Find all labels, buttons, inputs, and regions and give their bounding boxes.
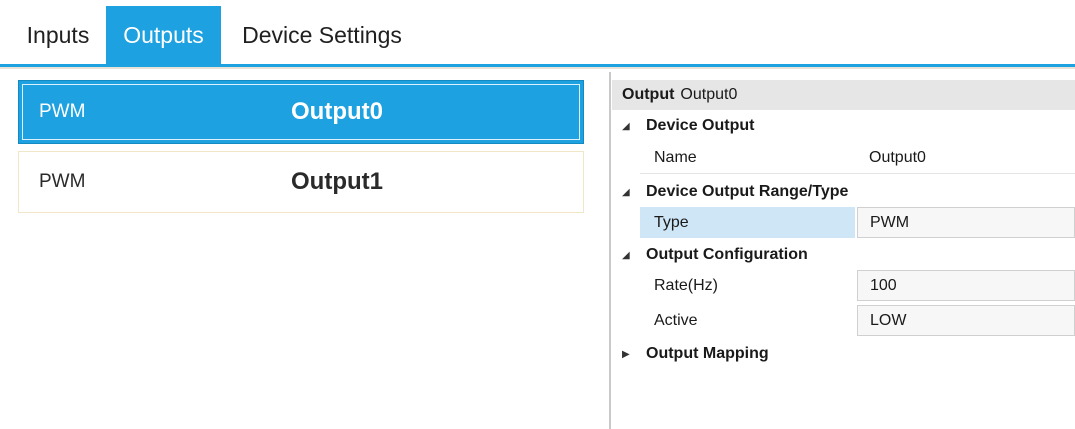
- property-value-active[interactable]: LOW: [857, 305, 1075, 336]
- category-label: Output Configuration: [646, 246, 808, 263]
- property-grid-header-key: Output: [622, 86, 675, 103]
- panel-splitter[interactable]: [609, 72, 611, 429]
- property-row-name[interactable]: Name Output0: [612, 142, 1075, 174]
- category-output-mapping[interactable]: ▶ Output Mapping: [612, 338, 1075, 370]
- category-device-output-range-type[interactable]: ◢ Device Output Range/Type: [612, 176, 1075, 208]
- property-value-type[interactable]: PWM: [857, 207, 1075, 238]
- triangle-down-icon[interactable]: ◢: [622, 121, 634, 132]
- property-name-cell: Name: [640, 142, 855, 173]
- row-separator: [640, 173, 1075, 174]
- output-name-label: Output1: [291, 168, 383, 195]
- property-value-rate[interactable]: 100: [857, 270, 1075, 301]
- property-row-rate[interactable]: Rate(Hz) 100: [612, 270, 1075, 302]
- triangle-down-icon[interactable]: ◢: [622, 250, 634, 261]
- tab-inputs[interactable]: Inputs: [12, 6, 104, 64]
- category-label: Device Output Range/Type: [646, 183, 849, 200]
- property-grid-header: Output Output0: [612, 80, 1075, 110]
- category-device-output[interactable]: ◢ Device Output: [612, 110, 1075, 142]
- property-grid-header-value: Output0: [680, 86, 738, 103]
- output-name-label: Output0: [291, 98, 383, 125]
- outputs-list: PWM Output0 PWM Output1: [10, 69, 600, 429]
- property-row-active[interactable]: Active LOW: [612, 305, 1075, 337]
- property-name-cell: Rate(Hz): [640, 270, 855, 301]
- category-output-configuration[interactable]: ◢ Output Configuration: [612, 239, 1075, 271]
- triangle-right-icon[interactable]: ▶: [622, 349, 634, 360]
- property-value-name[interactable]: Output0: [857, 142, 1075, 173]
- property-grid: Output Output0 ◢ Device Output Name Outp…: [612, 80, 1075, 429]
- triangle-down-icon[interactable]: ◢: [622, 187, 634, 198]
- property-name-cell: Active: [640, 305, 855, 336]
- output-list-item-output1[interactable]: PWM Output1: [18, 151, 584, 213]
- tab-device-settings[interactable]: Device Settings: [222, 6, 422, 64]
- category-label: Output Mapping: [646, 345, 769, 362]
- property-name-cell: Type: [640, 207, 855, 238]
- output-type-label: PWM: [39, 171, 86, 192]
- output-list-item-output0[interactable]: PWM Output0: [18, 80, 584, 144]
- output-type-label: PWM: [39, 101, 86, 122]
- category-label: Device Output: [646, 117, 755, 134]
- property-row-type[interactable]: Type PWM: [612, 207, 1075, 239]
- tab-bar: Inputs Outputs Device Settings: [0, 0, 1075, 66]
- tab-outputs[interactable]: Outputs: [106, 6, 221, 64]
